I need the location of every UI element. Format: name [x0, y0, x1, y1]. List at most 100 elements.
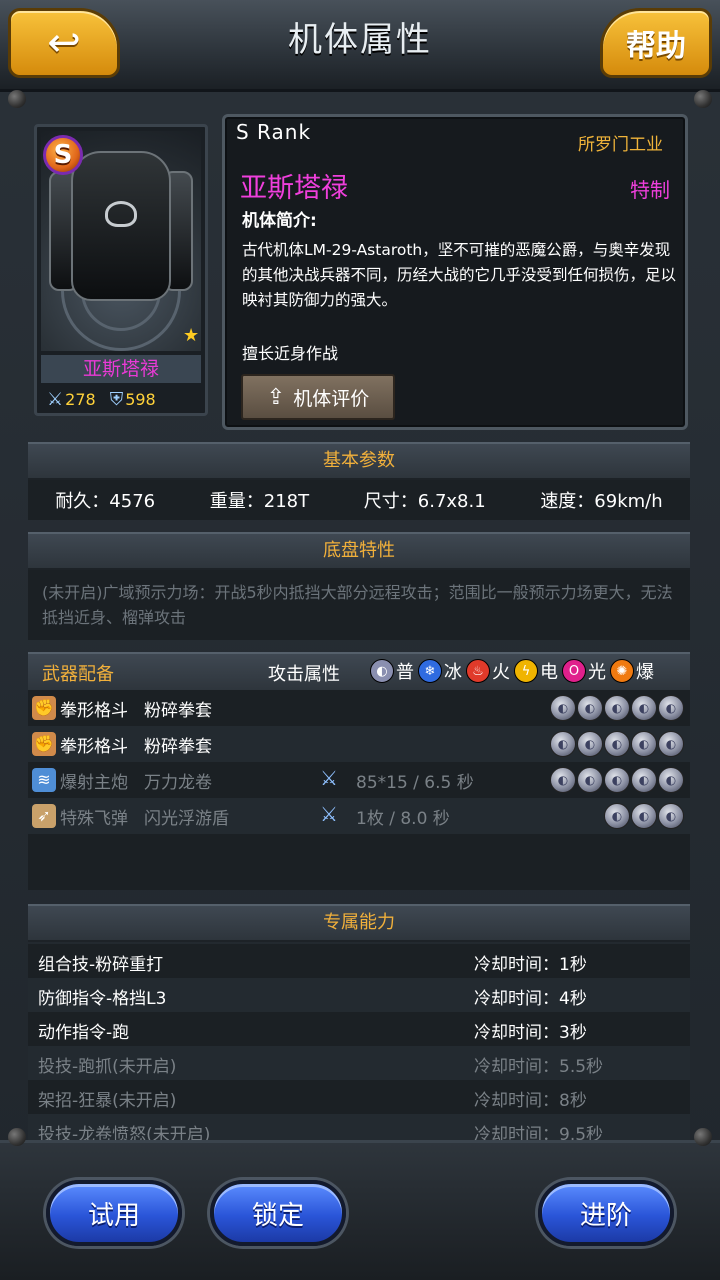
weapon-ammo: 85*15 / 6.5 秒	[356, 773, 474, 793]
skill-name: 组合技-粉碎重打	[38, 955, 164, 975]
attr-legend-label: 冰	[444, 662, 462, 683]
skill-cooldown: 冷却时间：4秒	[474, 989, 587, 1009]
lock-button[interactable]: 锁定	[210, 1180, 346, 1246]
weapons-title: 武器配备	[42, 664, 114, 685]
weapon-row[interactable]: ✊ 拳形格斗 粉碎拳套 ◐ ◐ ◐ ◐ ◐	[28, 726, 690, 762]
rank-badge-icon: S	[43, 135, 83, 175]
intro-text: 古代机体LM-29-Astaroth，坚不可摧的恶魔公爵，与奥辛发现的其他决战兵…	[242, 241, 677, 309]
normal-attr-slot-icon: ◐	[631, 803, 657, 829]
attr-legend-icon: O	[562, 659, 586, 683]
attr-legend-label: 爆	[636, 662, 654, 683]
skill-name: 动作指令-跑	[38, 1023, 130, 1043]
normal-attr-slot-icon: ◐	[604, 731, 630, 757]
speed: 速度：69km/h	[540, 491, 663, 512]
rivet-icon	[8, 90, 26, 108]
basic-params: 耐久：4576 重量：218T 尺寸：6.7x8.1 速度：69km/h	[28, 480, 690, 520]
ammo-icon: ⚔	[320, 766, 338, 790]
normal-attr-slot-icon: ◐	[604, 767, 630, 793]
weapon-name: 粉碎拳套	[144, 737, 212, 757]
ammo-icon: ⚔	[320, 802, 338, 826]
shield-icon: ⛨	[109, 388, 124, 410]
normal-attr-slot-icon: ◐	[658, 731, 684, 757]
attr-legend-label: 光	[588, 662, 606, 683]
advance-button[interactable]: 进阶	[538, 1180, 674, 1246]
size: 尺寸：6.7x8.1	[363, 491, 486, 512]
skill-name: 架招-狂暴(未开启)	[38, 1091, 177, 1111]
attr-legend-icon: ✺	[610, 659, 634, 683]
special-tag: 特制	[630, 178, 670, 202]
attack-attr-label: 攻击属性	[268, 664, 340, 685]
skills-header: 专属能力	[28, 904, 690, 942]
rivet-icon	[694, 1128, 712, 1146]
attribute-slots: ◐ ◐ ◐ ◐ ◐	[549, 695, 684, 721]
weapon-type: 爆射主炮	[60, 773, 128, 793]
manufacturer: 所罗门工业	[578, 135, 663, 155]
attr-legend-icon: ♨	[466, 659, 490, 683]
skill-cooldown: 冷却时间：1秒	[474, 955, 587, 975]
skill-name: 防御指令-格挡L3	[38, 989, 167, 1009]
intro-label: 机体简介:	[242, 211, 317, 231]
rivet-icon	[694, 90, 712, 108]
card-stats: ⚔ 278 ⛨ 598	[41, 385, 201, 413]
skill-row[interactable]: 投技-跑抓(未开启) 冷却时间：5.5秒	[28, 1046, 690, 1080]
rank-label: S Rank	[236, 120, 312, 144]
attr-legend-label: 普	[396, 662, 414, 683]
upload-icon: ⇪	[266, 384, 286, 410]
attr-legend-icon: ϟ	[514, 659, 538, 683]
normal-attr-slot-icon: ◐	[550, 731, 576, 757]
normal-attr-slot-icon: ◐	[658, 803, 684, 829]
skill-row[interactable]: 组合技-粉碎重打 冷却时间：1秒	[28, 944, 690, 978]
weapon-type: 拳形格斗	[60, 737, 128, 757]
mech-card[interactable]: S ★ 亚斯塔禄 ⚔ 278 ⛨ 598	[34, 124, 208, 416]
attr-legend-label: 电	[540, 662, 558, 683]
normal-attr-slot-icon: ◐	[577, 695, 603, 721]
attr-legend-icon: ◐	[370, 659, 394, 683]
defense-value: 598	[125, 389, 156, 409]
normal-attr-slot-icon: ◐	[631, 731, 657, 757]
weapon-row[interactable]: ✊ 拳形格斗 粉碎拳套 ◐ ◐ ◐ ◐ ◐	[28, 690, 690, 726]
back-button[interactable]: ↩	[8, 8, 120, 78]
fist-icon: ✊	[32, 696, 56, 720]
help-label: 帮助	[626, 29, 686, 64]
skill-row[interactable]: 动作指令-跑 冷却时间：3秒	[28, 1012, 690, 1046]
normal-attr-slot-icon: ◐	[604, 695, 630, 721]
normal-attr-slot-icon: ◐	[604, 803, 630, 829]
skill-list[interactable]: 组合技-粉碎重打 冷却时间：1秒 防御指令-格挡L3 冷却时间：4秒 动作指令-跑 冷却时…	[28, 944, 690, 1148]
weapon-type: 特殊飞弹	[60, 809, 128, 829]
chassis-text: (未开启)广域预示力场：开战5秒内抵挡大部分远程攻击；范围比一般预示力场更大，无…	[42, 583, 673, 627]
attribute-legend: ◐ 普 ❄ 冰 ♨ 火 ϟ 电 O 光 ✺ 爆	[366, 656, 654, 686]
normal-attr-slot-icon: ◐	[577, 767, 603, 793]
normal-attr-slot-icon: ◐	[550, 695, 576, 721]
help-button[interactable]: 帮助	[600, 8, 712, 78]
weight: 重量：218T	[209, 491, 310, 512]
attr-legend-label: 火	[492, 662, 510, 683]
cannon-icon: ≋	[32, 768, 56, 792]
skill-cooldown: 冷却时间：3秒	[474, 1023, 587, 1043]
skill-row[interactable]: 架招-狂暴(未开启) 冷却时间：8秒	[28, 1080, 690, 1114]
attribute-slots: ◐ ◐ ◐ ◐ ◐	[549, 731, 684, 757]
skill-row[interactable]: 防御指令-格挡L3 冷却时间：4秒	[28, 978, 690, 1012]
specialty-text: 擅长近身作战	[242, 344, 339, 363]
fist-icon: ✊	[32, 732, 56, 756]
trial-button[interactable]: 试用	[46, 1180, 182, 1246]
weapon-name: 万力龙卷	[144, 773, 212, 793]
chassis-header: 底盘特性	[28, 532, 690, 570]
missile-icon: ➶	[32, 804, 56, 828]
weapon-type: 拳形格斗	[60, 701, 128, 721]
star-icon: ★	[183, 325, 200, 346]
attribute-slots: ◐ ◐ ◐ ◐ ◐	[549, 767, 684, 793]
weapon-ammo: 1枚 / 8.0 秒	[356, 809, 450, 829]
skill-cooldown: 冷却时间：8秒	[474, 1091, 587, 1111]
normal-attr-slot-icon: ◐	[631, 695, 657, 721]
skill-cooldown: 冷却时间：5.5秒	[474, 1057, 604, 1077]
weapon-row[interactable]: ➶ 特殊飞弹 闪光浮游盾 ⚔ 1枚 / 8.0 秒 ◐ ◐ ◐	[28, 798, 690, 834]
rivet-icon	[8, 1128, 26, 1146]
back-arrow-icon: ↩	[47, 20, 81, 66]
weapon-row[interactable]: ≋ 爆射主炮 万力龙卷 ⚔ 85*15 / 6.5 秒 ◐ ◐ ◐ ◐ ◐	[28, 762, 690, 798]
normal-attr-slot-icon: ◐	[631, 767, 657, 793]
attribute-slots: ◐ ◐ ◐	[603, 803, 684, 829]
card-mech-name: 亚斯塔禄	[41, 355, 201, 383]
evaluate-button[interactable]: ⇪ 机体评价	[241, 374, 395, 420]
evaluate-label: 机体评价	[293, 387, 370, 410]
attack-value: 278	[65, 389, 96, 409]
